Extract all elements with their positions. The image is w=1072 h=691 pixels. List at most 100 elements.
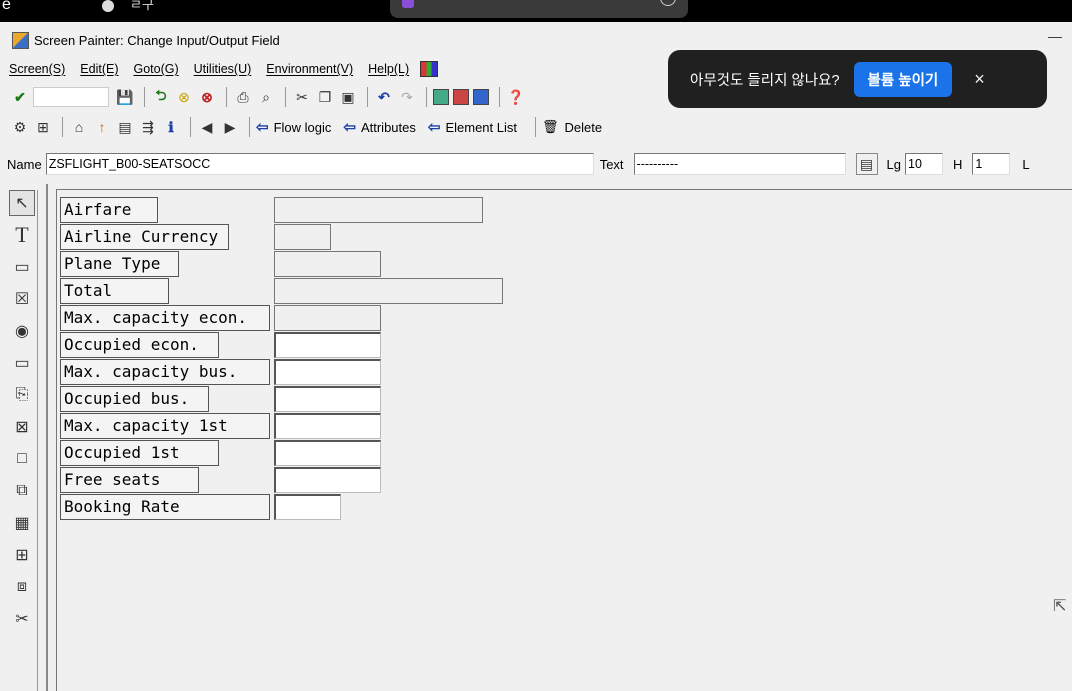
io-field[interactable] [274,359,381,385]
field-label[interactable]: Total [60,278,169,304]
minimize-button[interactable]: — [1048,28,1062,44]
exit-icon[interactable]: ⊗ [174,87,194,107]
undo-icon[interactable]: ↶ [374,87,394,107]
help-icon[interactable]: ❓ [506,87,526,107]
io-field[interactable] [274,251,381,277]
navigate-icon[interactable]: ⇶ [138,117,158,137]
input-field-tool-icon[interactable]: ▭ [9,254,35,280]
field-label[interactable]: Max. capacity econ. [60,305,270,331]
table-wizard-icon[interactable]: ⊞ [9,542,35,568]
dictionary-icon[interactable]: ▤ [855,153,878,175]
text-field[interactable]: ---------- [633,153,846,175]
field-label[interactable]: Free seats [60,467,199,493]
layout-icon-3[interactable] [473,89,489,105]
redo-icon[interactable]: ↷ [397,87,417,107]
wand-icon[interactable]: ⚙ [10,117,30,137]
command-field[interactable] [33,87,109,107]
menu-utilities[interactable]: Utilities(U) [194,62,252,76]
io-field[interactable] [274,332,381,358]
flow-logic-button[interactable]: ⇦ Flow logic [256,118,331,136]
user-icon [102,0,114,12]
find-icon[interactable]: ⌕ [256,87,276,107]
enter-check-icon[interactable]: ✔ [10,87,30,107]
field-label[interactable]: Max. capacity 1st [60,413,270,439]
attributes-button[interactable]: ⇦ Attributes [343,118,416,136]
menu-edit[interactable]: Edit(E) [80,62,118,76]
field-label[interactable]: Booking Rate [60,494,270,520]
field-label[interactable]: Airfare [60,197,158,223]
field-label[interactable]: Occupied bus. [60,386,209,412]
io-field[interactable] [274,197,483,223]
arrow-left-icon: ⇦ [427,119,441,136]
circle-icon[interactable] [660,0,676,6]
height-field[interactable]: 1 [972,153,1011,175]
toast-message: 아무것도 들리지 않나요? [690,72,840,89]
text-label: Text [599,156,624,172]
length-field[interactable]: 10 [905,153,943,175]
where-used-icon[interactable]: ⌂ [69,117,89,137]
lg-label: Lg [886,156,901,172]
layout-icon-2[interactable] [453,89,469,105]
field-label[interactable]: Max. capacity bus. [60,359,270,385]
previous-icon[interactable]: ◀ [197,117,217,137]
custom-control-tool-icon[interactable]: ⧈ [9,574,35,600]
io-field[interactable] [274,305,381,331]
layout-icon-1[interactable] [433,89,449,105]
io-field[interactable] [274,467,381,493]
screen-painter-icon [12,31,29,49]
io-field[interactable] [274,224,331,250]
save-icon[interactable]: 💾 [115,87,135,107]
field-label[interactable]: Occupied 1st [60,440,219,466]
menu-environment[interactable]: Environment(V) [266,62,353,76]
back-icon[interactable]: ⮌ [151,87,171,107]
print-icon[interactable]: ⎙ [233,87,253,107]
paste-icon[interactable]: ▣ [338,87,358,107]
pushbutton-tool-icon[interactable]: ▭ [9,350,35,376]
system-letter: e [2,0,11,13]
text-tool-icon[interactable]: T [9,222,35,248]
status-icon-tool-icon[interactable]: ✂ [9,606,35,632]
table-control-tool-icon[interactable]: ▦ [9,510,35,536]
subscreen-tool-icon[interactable]: ⧉ [9,478,35,504]
radio-button-tool-icon[interactable]: ◉ [9,318,35,344]
name-field[interactable]: ZSFLIGHT_B00-SEATSOCC [45,153,594,175]
io-field[interactable] [274,386,381,412]
info-icon[interactable]: ℹ [161,117,181,137]
field-label[interactable]: Plane Type [60,251,179,277]
close-icon[interactable]: × [974,69,985,90]
center-tab[interactable] [390,0,688,18]
pin-icon[interactable]: ↑ [92,117,112,137]
copy-icon[interactable]: ❐ [315,87,335,107]
cut-icon[interactable]: ✂ [292,87,312,107]
io-field[interactable] [274,440,381,466]
os-top-strip: e ㄹ구 [0,0,1072,22]
tabstrip-wizard-icon[interactable]: ⊠ [9,414,35,440]
delete-button[interactable]: 🗑 Delete [542,119,602,135]
window-title: Screen Painter: Change Input/Output Fiel… [34,32,280,48]
color-palette-icon[interactable] [420,61,439,77]
element-list-button[interactable]: ⇦ Element List [428,118,517,136]
menu-goto[interactable]: Goto(G) [133,62,178,76]
io-field[interactable] [274,278,503,304]
field-label[interactable]: Occupied econ. [60,332,219,358]
h-label: H [953,156,963,172]
name-label: Name [7,156,42,172]
next-icon[interactable]: ▶ [220,117,240,137]
arrow-left-icon: ⇦ [343,119,356,136]
menu-help[interactable]: Help(L) [368,62,409,76]
increase-volume-button[interactable]: 볼륨 높이기 [853,61,953,97]
box-tool-icon[interactable]: □ [9,446,35,472]
io-field[interactable] [274,413,381,439]
user-text: ㄹ구 [130,0,154,12]
menu-screen[interactable]: Screen(S) [9,62,65,76]
checkbox-tool-icon[interactable]: ☒ [9,286,35,312]
cancel-icon[interactable]: ⊗ [197,87,217,107]
pointer-tool-icon[interactable]: ↖ [9,190,35,216]
hierarchy-icon[interactable]: ⊞ [33,117,53,137]
display-icon[interactable]: ▤ [115,117,135,137]
io-field[interactable] [274,494,341,520]
field-label[interactable]: Airline Currency [60,224,229,250]
application-toolbar: ⚙ ⊞ ⌂ ↑ ▤ ⇶ ℹ ◀ ▶ ⇦ Flow logic ⇦ Attribute… [0,113,1072,141]
tabstrip-tool-icon[interactable]: ⎘ [9,382,35,408]
arrow-left-icon: ⇦ [256,119,269,136]
